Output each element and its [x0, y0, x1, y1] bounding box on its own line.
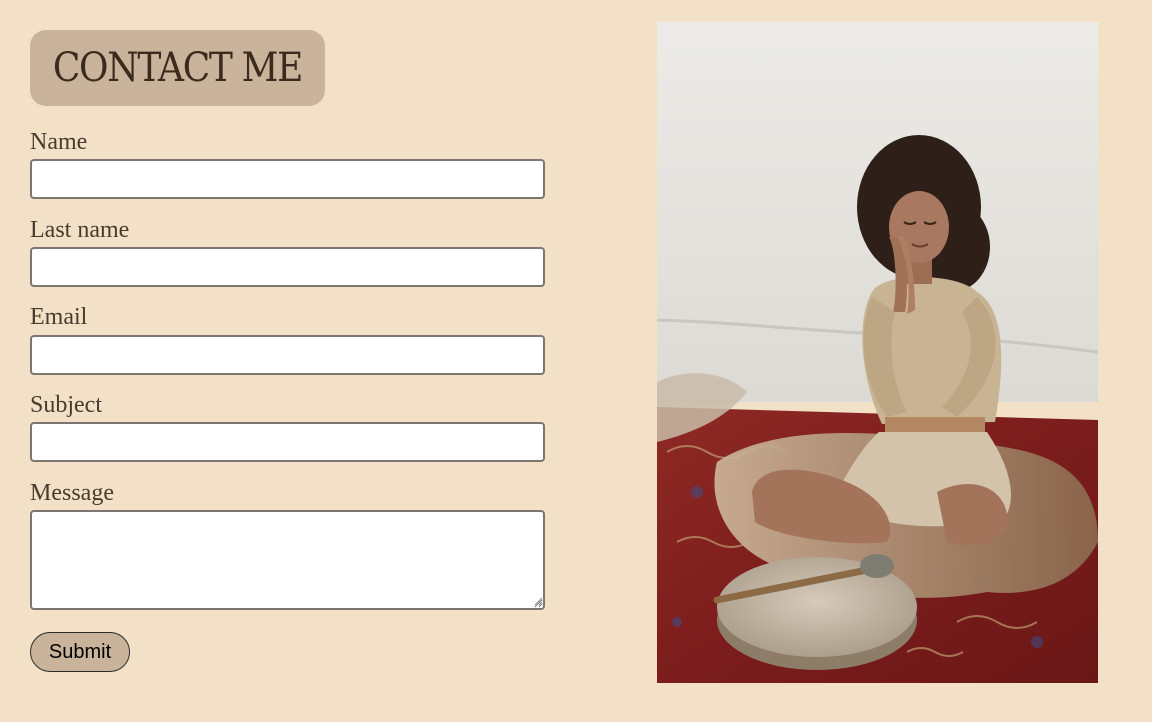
contact-photo [657, 22, 1098, 683]
page-title-badge: CONTACT ME [30, 30, 325, 106]
name-label: Name [30, 129, 88, 155]
message-textarea[interactable] [30, 510, 545, 610]
page-title: CONTACT ME [52, 45, 304, 91]
message-label: Message [30, 480, 114, 506]
name-input[interactable] [30, 159, 545, 199]
email-input[interactable] [30, 335, 545, 375]
last-name-label: Last name [30, 217, 130, 243]
subject-input[interactable] [30, 422, 545, 462]
subject-label: Subject [30, 392, 102, 418]
submit-button[interactable]: Submit [30, 632, 130, 672]
photo-image [657, 22, 1098, 683]
last-name-input[interactable] [30, 247, 545, 287]
email-label: Email [30, 304, 88, 330]
